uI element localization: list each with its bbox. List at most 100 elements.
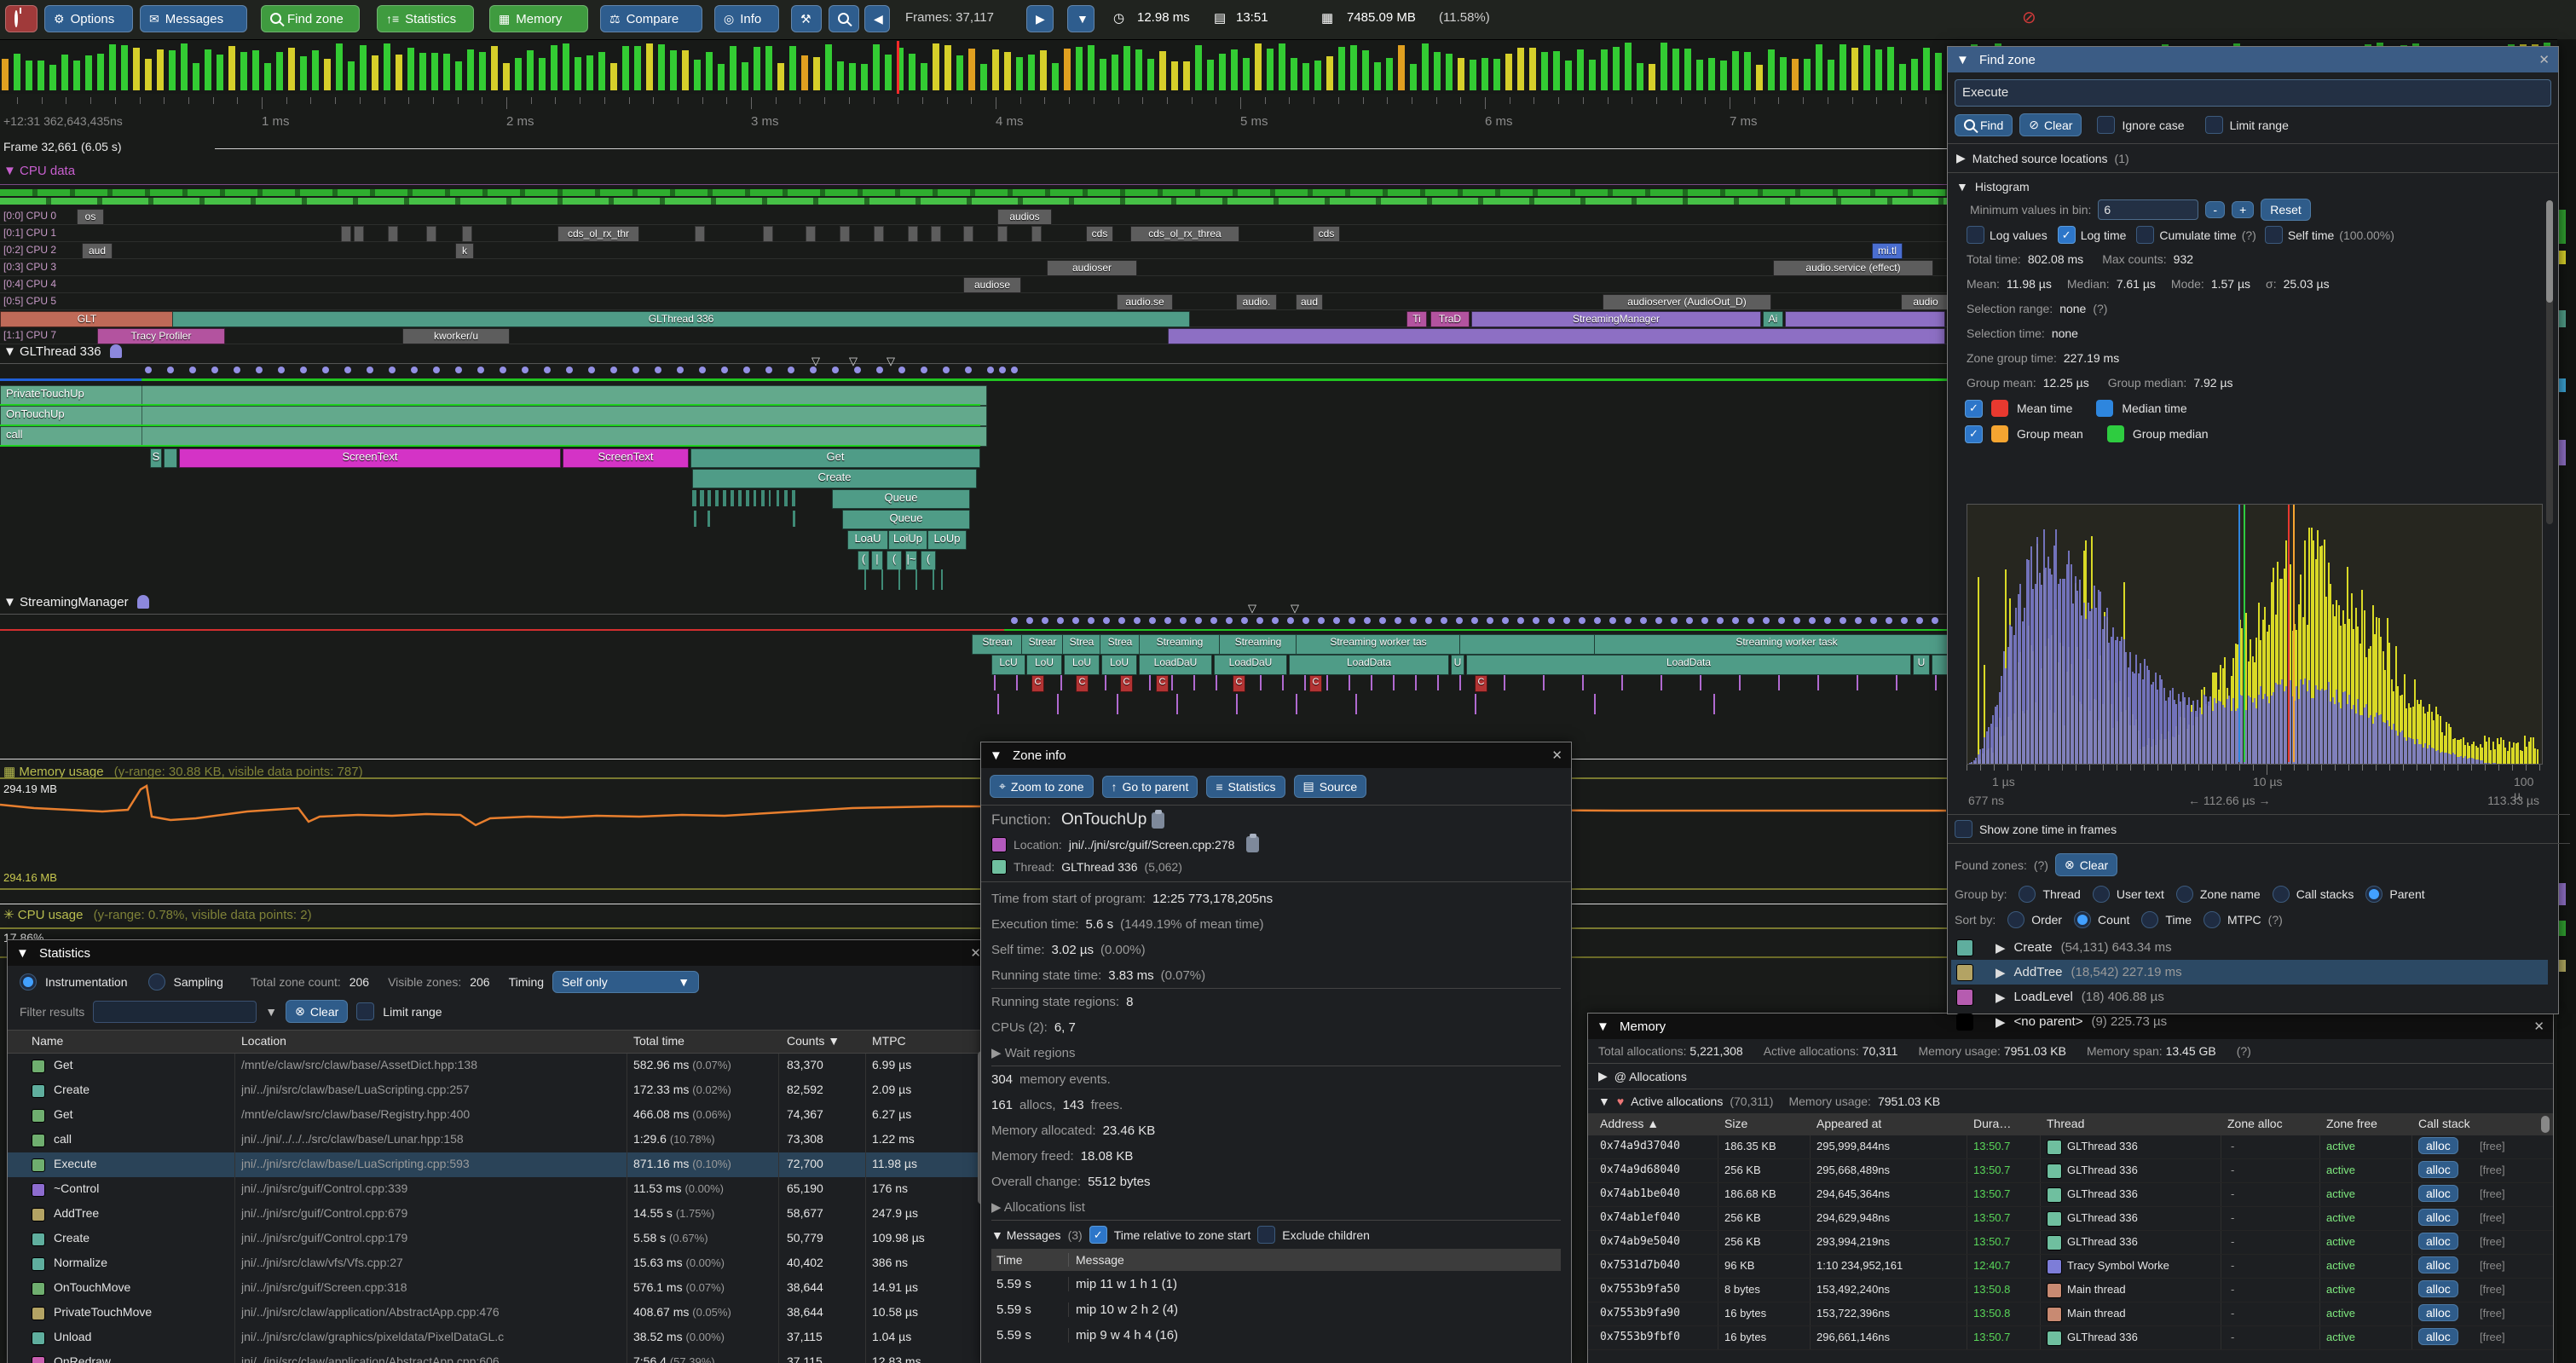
last-frame-button[interactable]: ▼ [1067, 5, 1095, 32]
sample-dot[interactable] [876, 367, 883, 373]
sample-dot[interactable] [1333, 617, 1340, 624]
sample-dot[interactable] [1456, 617, 1463, 624]
found-clear-button[interactable]: ⊗ Clear [2055, 853, 2117, 876]
radio-order[interactable] [2007, 911, 2024, 928]
found-zone-row[interactable]: ▶LoadLevel(18) 406.88 µs [1951, 985, 2548, 1009]
sample-dot[interactable] [234, 367, 240, 373]
sample-dot[interactable] [1057, 617, 1064, 624]
tiny-zone[interactable] [715, 490, 719, 506]
tiny-zone[interactable] [341, 226, 351, 242]
message-marker[interactable]: C [1156, 675, 1169, 692]
tiny-zone[interactable] [963, 226, 973, 242]
memory-row[interactable]: 0x74ab9e5040256 KB293,994,219ns13:50.7GL… [1588, 1231, 2553, 1255]
sample-dot[interactable] [588, 367, 595, 373]
tiny-zone[interactable] [695, 226, 705, 242]
sampling-radio[interactable] [148, 973, 165, 990]
sample-dot[interactable] [1609, 617, 1616, 624]
sample-dot[interactable] [1425, 617, 1432, 624]
radio-zone-name[interactable] [2176, 886, 2193, 903]
tiny-zone[interactable] [708, 511, 710, 527]
streaming-header[interactable]: ▼ StreamingManager [3, 595, 149, 609]
sample-dot[interactable] [1272, 617, 1279, 624]
sample-dot[interactable] [699, 367, 706, 373]
sample-dot[interactable] [1717, 617, 1724, 624]
message-row[interactable]: 5.59 smip 11 w 1 h 1 (1) [991, 1271, 1561, 1297]
tiny-zone[interactable] [793, 511, 795, 527]
column-header[interactable]: Appeared at [1816, 1117, 1881, 1130]
filter-input[interactable] [93, 1001, 257, 1023]
tiny-zone[interactable] [763, 226, 773, 242]
column-header[interactable]: Call stack [2418, 1117, 2470, 1130]
alloc-callstack-button[interactable]: alloc [2418, 1304, 2458, 1321]
memory-button[interactable]: ▦Memory [489, 5, 588, 32]
alloc-callstack-button[interactable]: alloc [2418, 1256, 2458, 1273]
copy-clipboard-icon[interactable] [1246, 836, 1259, 852]
sample-dot[interactable] [477, 367, 484, 373]
message-marker[interactable]: C [1309, 675, 1322, 692]
radio-time[interactable] [2141, 911, 2158, 928]
cpu-zone[interactable]: audiose [963, 277, 1021, 293]
sample-dot[interactable] [1088, 617, 1095, 624]
statistics-button[interactable]: ↑≡Statistics [377, 5, 474, 32]
stream-zone[interactable]: Strea [1100, 634, 1141, 655]
power-button[interactable] [5, 5, 38, 32]
sample-dot[interactable] [1563, 617, 1570, 624]
sample-dot[interactable] [1487, 617, 1493, 624]
bin-plus-button[interactable]: + [2232, 201, 2254, 218]
sample-dot[interactable] [632, 367, 639, 373]
stats-row[interactable]: AddTreejni/../jni/src/guif/Control.cpp:6… [8, 1202, 990, 1227]
next-frame-button[interactable]: ▶ [1026, 5, 1054, 32]
sample-dot[interactable] [211, 367, 218, 373]
self-time-checkbox[interactable] [2265, 226, 2283, 244]
time-relative-checkbox[interactable]: ✓ [1089, 1226, 1107, 1244]
column-header[interactable]: MTPC [872, 1034, 906, 1048]
stream-zone[interactable]: LoadDaU [1139, 655, 1212, 675]
sample-dot[interactable] [610, 367, 617, 373]
gl-zone[interactable]: LoaU [847, 530, 888, 550]
sample-dot[interactable] [1686, 617, 1693, 624]
column-header[interactable]: Counts ▼ [787, 1034, 840, 1048]
sample-dot[interactable] [1164, 617, 1171, 624]
sample-dot[interactable] [1364, 617, 1371, 624]
cpu-zone[interactable]: mi.tl [1872, 243, 1903, 259]
cpu-zone[interactable] [1785, 311, 1945, 327]
column-header[interactable]: Size [1724, 1117, 1747, 1130]
gl-zone[interactable]: ( [887, 551, 902, 570]
options-button[interactable]: ⚙Options [44, 5, 133, 32]
sample-dot[interactable] [544, 367, 551, 373]
message-marker[interactable]: C [1233, 675, 1245, 692]
log-values-checkbox[interactable] [1967, 226, 1984, 244]
stats-row[interactable]: OnTouchMovejni/../jni/src/guif/Screen.cp… [8, 1276, 990, 1301]
sample-dot[interactable] [1287, 617, 1294, 624]
stats-limit-range-checkbox[interactable] [356, 1002, 374, 1020]
stream-zone[interactable]: Strea [1062, 634, 1101, 655]
sample-dot[interactable] [1210, 617, 1217, 624]
sample-dot[interactable] [1778, 617, 1785, 624]
tiny-zone[interactable] [769, 490, 771, 506]
sample-dot[interactable] [189, 367, 196, 373]
sample-dot[interactable] [1916, 617, 1923, 624]
stats-row[interactable]: Unloadjni/../jni/src/claw/graphics/pixel… [8, 1325, 990, 1350]
cpu-zone[interactable]: aud [82, 243, 113, 259]
column-header[interactable]: Name [32, 1034, 63, 1048]
sample-dot[interactable] [1118, 617, 1125, 624]
tiny-zone[interactable] [723, 490, 726, 506]
tiny-zone[interactable] [784, 490, 788, 506]
cpu-zone[interactable]: StreamingManager [1471, 311, 1761, 327]
message-row[interactable]: 5.59 smip 10 w 2 h 2 (4) [991, 1297, 1561, 1322]
cpu-zone[interactable]: Ai [1763, 311, 1783, 327]
memory-row[interactable]: 0x7553b9fa9016 bytes153,722,396ns13:50.8… [1588, 1302, 2553, 1326]
tiny-zone[interactable] [426, 226, 436, 242]
sample-dot[interactable] [999, 367, 1006, 373]
stream-zone[interactable]: LoadData [1466, 655, 1911, 675]
sample-dot[interactable] [322, 367, 329, 373]
sample-dot[interactable] [500, 367, 506, 373]
column-header[interactable]: Location [241, 1034, 286, 1048]
min-values-input[interactable]: 6 [2098, 199, 2198, 220]
bin-minus-button[interactable]: - [2205, 201, 2225, 218]
expand-arrow-icon[interactable]: ▶ [1996, 940, 2006, 956]
cpu-zone[interactable]: k [455, 243, 474, 259]
sample-dot[interactable] [1026, 617, 1033, 624]
cpu-zone[interactable]: GLT [0, 311, 174, 327]
cpu-zone[interactable]: audio.service (effect) [1773, 260, 1933, 276]
